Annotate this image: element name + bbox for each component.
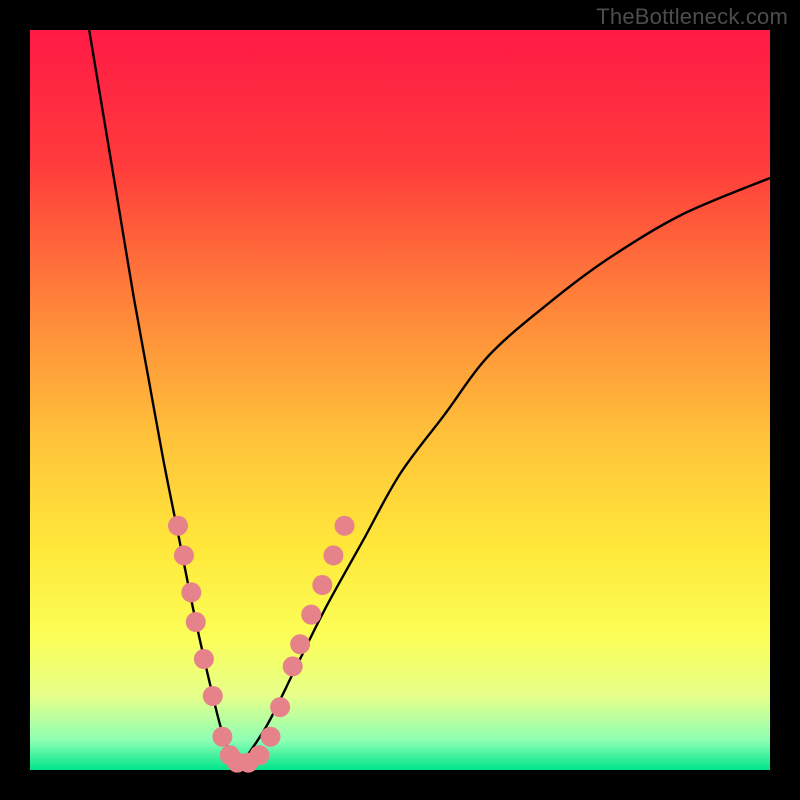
marker-dot xyxy=(212,727,232,747)
outer-frame: TheBottleneck.com xyxy=(0,0,800,800)
marker-dot xyxy=(186,612,206,632)
watermark-text: TheBottleneck.com xyxy=(596,4,788,30)
marker-dot xyxy=(290,634,310,654)
curve-left-branch xyxy=(89,30,237,770)
marker-group xyxy=(168,516,355,773)
plot-area xyxy=(30,30,770,770)
marker-dot xyxy=(168,516,188,536)
curve-right-branch xyxy=(237,178,770,770)
marker-dot xyxy=(283,656,303,676)
marker-dot xyxy=(203,686,223,706)
marker-dot xyxy=(261,727,281,747)
marker-dot xyxy=(323,545,343,565)
marker-dot xyxy=(312,575,332,595)
marker-dot xyxy=(181,582,201,602)
marker-dot xyxy=(301,605,321,625)
marker-dot xyxy=(194,649,214,669)
marker-dot xyxy=(270,697,290,717)
chart-svg xyxy=(30,30,770,770)
marker-dot xyxy=(335,516,355,536)
marker-dot xyxy=(249,745,269,765)
marker-dot xyxy=(174,545,194,565)
